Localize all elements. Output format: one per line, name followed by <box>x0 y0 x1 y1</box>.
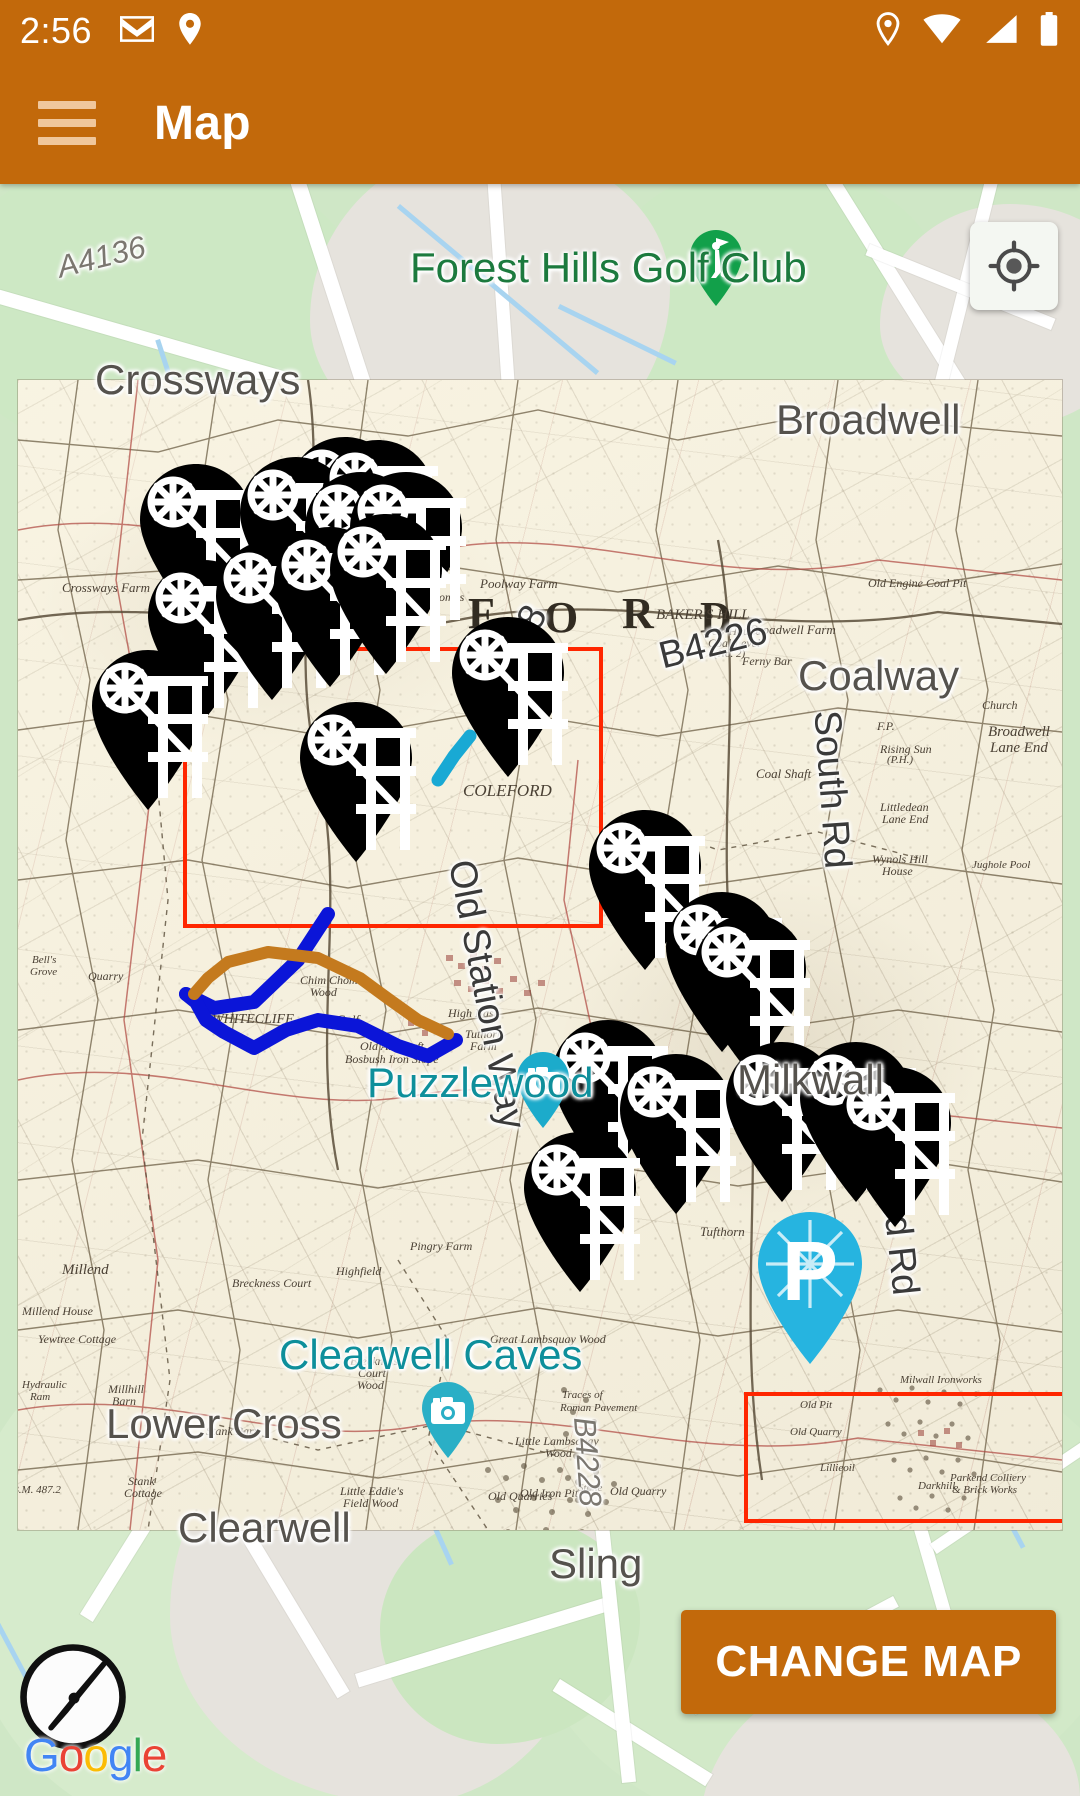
logo-letter: o <box>58 1729 85 1781</box>
mine-marker-pin[interactable] <box>294 700 418 864</box>
wifi-icon <box>922 13 962 50</box>
golf-marker[interactable] <box>685 228 747 308</box>
mine-marker-pin[interactable] <box>446 615 570 779</box>
my-location-button[interactable] <box>970 222 1058 310</box>
hamburger-menu-icon[interactable] <box>38 101 96 145</box>
logo-letter: e <box>141 1729 168 1781</box>
mine-marker-pin[interactable] <box>518 1130 642 1294</box>
page-title: Map <box>154 96 251 150</box>
parking-marker[interactable]: P <box>748 1208 872 1368</box>
mine-marker-pin[interactable] <box>324 512 448 676</box>
logo-letter: l <box>132 1729 143 1781</box>
my-location-crosshair-icon <box>988 240 1040 292</box>
app-root: 2:56 Map F O R D Crossways Farm Poolway … <box>0 0 1080 1796</box>
status-bar: 2:56 <box>0 0 1080 62</box>
google-logo: Google <box>24 1728 168 1782</box>
status-clock: 2:56 <box>20 10 93 51</box>
camera-marker[interactable] <box>512 1050 574 1130</box>
map-canvas[interactable]: COLEFORD Crossways FarmColeford DeepIron… <box>0 184 1080 1796</box>
svg-text:P: P <box>782 1224 838 1318</box>
app-bar: Map <box>0 62 1080 184</box>
logo-letter: G <box>24 1729 60 1781</box>
mine-marker-pin[interactable] <box>833 1065 957 1229</box>
status-left-icons <box>119 12 204 51</box>
logo-letter: g <box>107 1729 134 1781</box>
mine-marker-pin[interactable] <box>86 648 210 812</box>
battery-icon <box>1038 11 1060 51</box>
logo-letter: o <box>83 1729 109 1781</box>
overlay-big-letter: R <box>622 589 656 638</box>
camera-marker[interactable] <box>417 1380 479 1460</box>
status-right-icons <box>874 11 1060 51</box>
change-map-button[interactable]: CHANGE MAP <box>681 1610 1056 1714</box>
location-icon <box>874 11 902 51</box>
signal-icon <box>982 13 1018 50</box>
gmail-icon <box>119 15 155 48</box>
study-area-rectangle <box>744 1392 1062 1523</box>
location-sharing-icon <box>176 12 204 51</box>
